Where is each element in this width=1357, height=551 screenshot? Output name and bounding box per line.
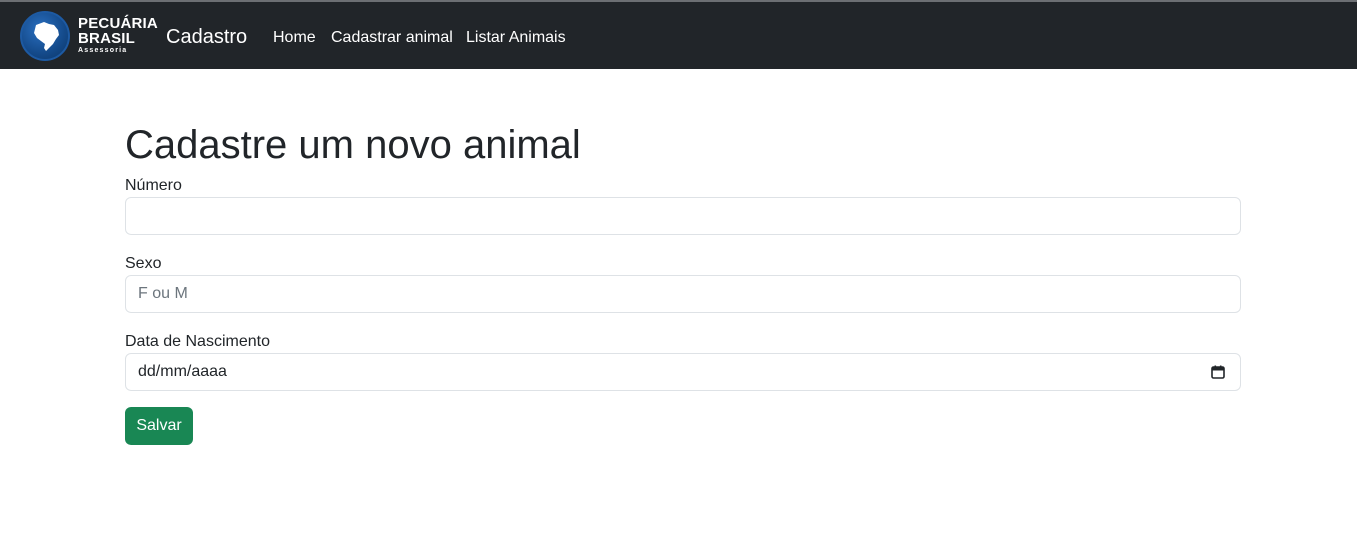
nav-link-home[interactable]: Home	[273, 28, 316, 48]
logo-wordmark: PECUÁRIA BRASIL Assessoria	[78, 16, 158, 55]
sexo-placeholder: F ou M	[138, 285, 188, 302]
data-nascimento-label: Data de Nascimento	[125, 333, 270, 350]
nav-link-listar-animais[interactable]: Listar Animais	[466, 28, 566, 48]
calendar-icon[interactable]	[1211, 365, 1225, 379]
navbar-brand[interactable]: Cadastro	[166, 25, 247, 49]
numero-label: Número	[125, 177, 182, 194]
page-title: Cadastre um novo animal	[125, 123, 581, 167]
sexo-label: Sexo	[125, 255, 162, 272]
nav-link-cadastrar-animal[interactable]: Cadastrar animal	[331, 28, 453, 48]
brazil-map-icon	[20, 11, 70, 61]
logo-subtitle: Assessoria	[78, 47, 128, 54]
numero-input[interactable]	[125, 197, 1241, 235]
salvar-button[interactable]: Salvar	[125, 407, 193, 445]
sexo-input[interactable]: F ou M	[125, 275, 1241, 313]
top-navbar: PECUÁRIA BRASIL Assessoria Cadastro Home…	[0, 0, 1357, 69]
data-nascimento-input[interactable]: dd/mm/aaaa	[125, 353, 1241, 391]
data-nascimento-value: dd/mm/aaaa	[138, 363, 227, 380]
pecuaria-brasil-logo[interactable]: PECUÁRIA BRASIL Assessoria	[20, 10, 158, 62]
logo-line-2: BRASIL	[78, 30, 136, 47]
